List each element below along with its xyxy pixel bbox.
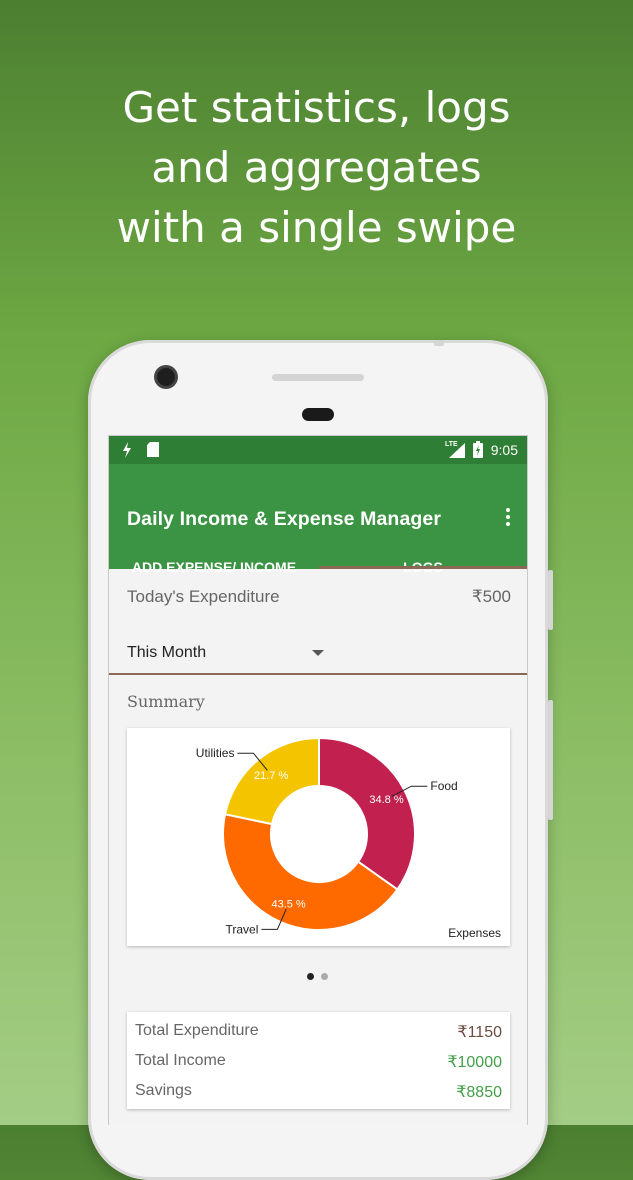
promo-headline: Get statistics, logs and aggregates with…: [0, 78, 633, 258]
front-camera: [157, 368, 175, 386]
donut-value-label-travel: 43.5 %: [271, 899, 305, 911]
overflow-menu-icon[interactable]: [503, 508, 513, 528]
signal-icon: [449, 443, 465, 458]
total-income-row: Total Income ₹10000: [135, 1052, 502, 1076]
donut-category-label-travel: Travel: [225, 922, 258, 936]
total-income-label: Total Income: [135, 1052, 226, 1069]
headline-line-3: with a single swipe: [116, 203, 517, 252]
power-button: [548, 570, 553, 630]
battery-icon: [473, 441, 483, 458]
page-dot-active: [307, 973, 314, 980]
donut-value-label-food: 34.8 %: [369, 794, 403, 806]
dropdown-arrow-icon[interactable]: [312, 650, 324, 656]
savings-value: ₹8850: [456, 1084, 502, 1101]
total-income-value: ₹10000: [447, 1054, 502, 1071]
status-bar: LTE 9:05: [109, 436, 527, 464]
app-screen: LTE 9:05 Daily Income & Expense Manager …: [108, 435, 528, 1125]
donut-category-label-food: Food: [430, 779, 457, 793]
charging-bolt-icon: [123, 442, 131, 458]
total-expenditure-label: Total Expenditure: [135, 1022, 259, 1039]
summary-heading: Summary: [127, 692, 205, 711]
headline-line-1: Get statistics, logs: [122, 83, 511, 132]
page-dot-inactive: [321, 973, 329, 980]
proximity-sensor: [302, 408, 334, 421]
todays-expenditure-value: ₹500: [471, 587, 511, 606]
dropdown-underline: [109, 673, 527, 675]
app-title: Daily Income & Expense Manager: [127, 508, 442, 530]
savings-row: Savings ₹8850: [135, 1082, 502, 1106]
donut-category-label-utilities: Utilities: [196, 746, 235, 760]
status-time: 9:05: [490, 442, 518, 458]
todays-expenditure-row: Today's Expenditure ₹500: [109, 569, 527, 623]
totals-card: Total Expenditure ₹1150 Total Income ₹10…: [127, 1012, 510, 1109]
todays-expenditure-label: Today's Expenditure: [127, 587, 280, 606]
expense-donut-chart: 34.8 % Food 43.5 % Travel 21.7 % Utilities Exp…: [196, 736, 501, 940]
savings-label: Savings: [135, 1082, 192, 1099]
sd-card-icon: [147, 442, 159, 457]
donut-slice-food[interactable]: [318, 736, 416, 891]
headline-line-2: and aggregates: [151, 143, 482, 192]
period-dropdown[interactable]: This Month: [127, 644, 206, 662]
earpiece-speaker: [272, 374, 364, 381]
expense-chart-card[interactable]: 34.8 % Food 43.5 % Travel 21.7 % Utilities Exp…: [127, 728, 510, 946]
volume-button: [548, 700, 553, 820]
app-bar: Daily Income & Expense Manager ADD EXPEN…: [109, 464, 527, 575]
donut-value-label-utilities: 21.7 %: [254, 770, 288, 782]
chart-description: Expenses: [448, 926, 501, 940]
top-button: [434, 340, 444, 346]
total-expenditure-row: Total Expenditure ₹1150: [135, 1022, 502, 1046]
page-indicator: [307, 967, 331, 985]
total-expenditure-value: ₹1150: [457, 1024, 502, 1041]
